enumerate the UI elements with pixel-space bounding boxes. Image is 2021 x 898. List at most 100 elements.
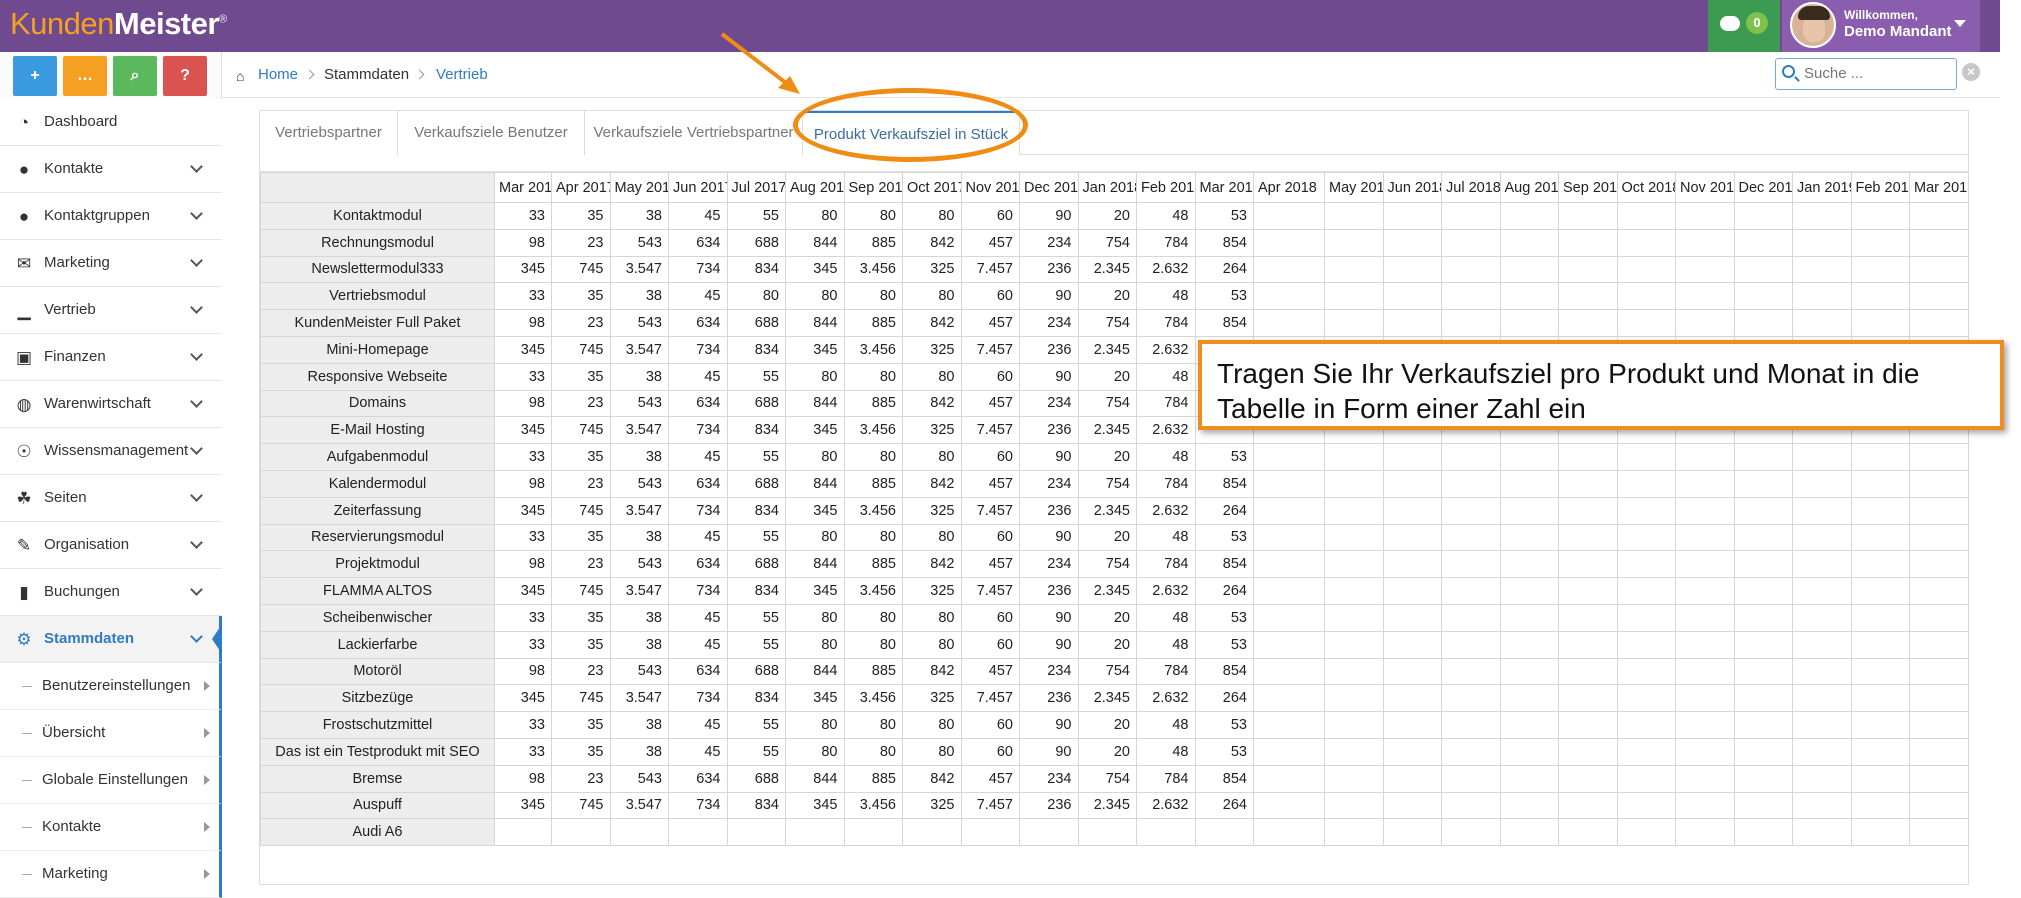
target-cell[interactable]: 2.632 bbox=[1136, 335, 1196, 364]
target-cell[interactable]: 3.456 bbox=[843, 496, 903, 525]
target-cell[interactable]: 234 bbox=[1019, 228, 1079, 257]
target-cell[interactable] bbox=[1324, 550, 1384, 579]
target-cell[interactable] bbox=[1558, 202, 1618, 230]
target-cell[interactable]: 734 bbox=[668, 335, 728, 364]
target-cell[interactable] bbox=[1733, 202, 1793, 230]
target-cell[interactable] bbox=[1733, 255, 1793, 284]
target-cell[interactable]: 3.547 bbox=[609, 684, 669, 713]
target-cell[interactable]: 885 bbox=[843, 228, 903, 257]
target-cell[interactable] bbox=[1616, 496, 1676, 525]
target-cell[interactable]: 834 bbox=[726, 496, 786, 525]
target-cell[interactable]: 734 bbox=[668, 255, 728, 284]
target-cell[interactable]: 236 bbox=[1019, 684, 1079, 713]
target-cell[interactable]: 844 bbox=[785, 469, 845, 498]
target-cell[interactable] bbox=[1499, 255, 1559, 284]
target-cell[interactable] bbox=[1558, 684, 1618, 713]
target-cell[interactable]: 3.456 bbox=[843, 684, 903, 713]
target-cell[interactable]: 784 bbox=[1136, 228, 1196, 257]
target-cell[interactable]: 842 bbox=[902, 657, 962, 686]
target-cell[interactable]: 55 bbox=[726, 523, 786, 552]
target-cell[interactable]: 98 bbox=[494, 228, 552, 257]
target-cell[interactable]: 236 bbox=[1019, 496, 1079, 525]
target-cell[interactable] bbox=[1675, 469, 1735, 498]
target-cell[interactable]: 345 bbox=[785, 791, 845, 820]
search-button[interactable]: ⌕ bbox=[113, 56, 157, 96]
target-cell[interactable] bbox=[1253, 818, 1325, 847]
target-cell[interactable]: 80 bbox=[902, 362, 962, 391]
target-cell[interactable] bbox=[1850, 818, 1910, 847]
target-cell[interactable]: 234 bbox=[1019, 764, 1079, 793]
target-cell[interactable]: 345 bbox=[494, 791, 552, 820]
target-cell[interactable]: 834 bbox=[726, 791, 786, 820]
target-cell[interactable]: 20 bbox=[1077, 282, 1137, 311]
target-cell[interactable] bbox=[902, 818, 962, 847]
target-cell[interactable]: 80 bbox=[785, 711, 845, 739]
target-cell[interactable]: 33 bbox=[494, 443, 552, 471]
logo[interactable]: KundenMeister® bbox=[10, 6, 227, 42]
target-cell[interactable] bbox=[1499, 550, 1559, 579]
target-cell[interactable]: 854 bbox=[1194, 469, 1254, 498]
target-cell[interactable]: 3.456 bbox=[843, 255, 903, 284]
target-cell[interactable]: 345 bbox=[785, 577, 845, 605]
target-cell[interactable]: 38 bbox=[609, 443, 669, 471]
tab-vertriebspartner[interactable]: Vertriebspartner bbox=[260, 111, 398, 155]
target-cell[interactable] bbox=[1558, 630, 1618, 659]
target-cell[interactable] bbox=[1733, 523, 1793, 552]
target-cell[interactable] bbox=[1733, 684, 1793, 713]
target-cell[interactable] bbox=[1733, 818, 1793, 847]
target-cell[interactable]: 90 bbox=[1019, 630, 1079, 659]
target-cell[interactable] bbox=[1616, 443, 1676, 471]
target-cell[interactable]: 457 bbox=[960, 764, 1020, 793]
target-cell[interactable]: 80 bbox=[902, 443, 962, 471]
target-cell[interactable] bbox=[1382, 469, 1442, 498]
target-cell[interactable]: 53 bbox=[1194, 630, 1254, 659]
target-cell[interactable] bbox=[1324, 523, 1384, 552]
target-cell[interactable] bbox=[1675, 309, 1735, 337]
target-cell[interactable] bbox=[1441, 443, 1501, 471]
target-cell[interactable]: 20 bbox=[1077, 603, 1137, 632]
target-cell[interactable]: 80 bbox=[843, 443, 903, 471]
target-cell[interactable]: 48 bbox=[1136, 711, 1196, 739]
target-cell[interactable] bbox=[1499, 630, 1559, 659]
target-cell[interactable] bbox=[1558, 577, 1618, 605]
target-cell[interactable]: 55 bbox=[726, 737, 786, 766]
target-cell[interactable] bbox=[1675, 282, 1735, 311]
target-cell[interactable] bbox=[1558, 309, 1618, 337]
target-cell[interactable] bbox=[1850, 791, 1910, 820]
target-cell[interactable]: 844 bbox=[785, 309, 845, 337]
target-cell[interactable]: 784 bbox=[1136, 764, 1196, 793]
target-cell[interactable]: 754 bbox=[1077, 764, 1137, 793]
target-cell[interactable] bbox=[1675, 711, 1735, 739]
target-cell[interactable] bbox=[1733, 603, 1793, 632]
target-cell[interactable]: 3.547 bbox=[609, 255, 669, 284]
target-cell[interactable] bbox=[1733, 309, 1793, 337]
target-cell[interactable]: 634 bbox=[668, 389, 728, 418]
target-cell[interactable]: 745 bbox=[551, 416, 611, 445]
target-cell[interactable]: 48 bbox=[1136, 523, 1196, 552]
target-cell[interactable] bbox=[1558, 282, 1618, 311]
target-cell[interactable] bbox=[1558, 737, 1618, 766]
target-cell[interactable]: 20 bbox=[1077, 202, 1137, 230]
target-cell[interactable] bbox=[1253, 443, 1325, 471]
target-cell[interactable] bbox=[1253, 711, 1325, 739]
target-cell[interactable] bbox=[1909, 443, 1969, 471]
target-cell[interactable]: 80 bbox=[843, 737, 903, 766]
target-cell[interactable] bbox=[1909, 309, 1969, 337]
target-cell[interactable] bbox=[551, 818, 611, 847]
target-cell[interactable] bbox=[1499, 469, 1559, 498]
sidebar-item-vertrieb[interactable]: ▁ Vertrieb bbox=[0, 287, 222, 334]
target-cell[interactable]: 60 bbox=[960, 711, 1020, 739]
target-cell[interactable] bbox=[1733, 282, 1793, 311]
target-cell[interactable]: 734 bbox=[668, 496, 728, 525]
target-cell[interactable] bbox=[1499, 791, 1559, 820]
target-cell[interactable]: 7.457 bbox=[960, 416, 1020, 445]
target-cell[interactable] bbox=[1792, 496, 1852, 525]
target-cell[interactable] bbox=[1733, 791, 1793, 820]
target-cell[interactable] bbox=[1382, 684, 1442, 713]
target-cell[interactable]: 38 bbox=[609, 282, 669, 311]
target-cell[interactable] bbox=[1253, 791, 1325, 820]
target-cell[interactable]: 234 bbox=[1019, 309, 1079, 337]
target-cell[interactable]: 345 bbox=[785, 416, 845, 445]
target-cell[interactable]: 345 bbox=[494, 577, 552, 605]
target-cell[interactable]: 45 bbox=[668, 282, 728, 311]
